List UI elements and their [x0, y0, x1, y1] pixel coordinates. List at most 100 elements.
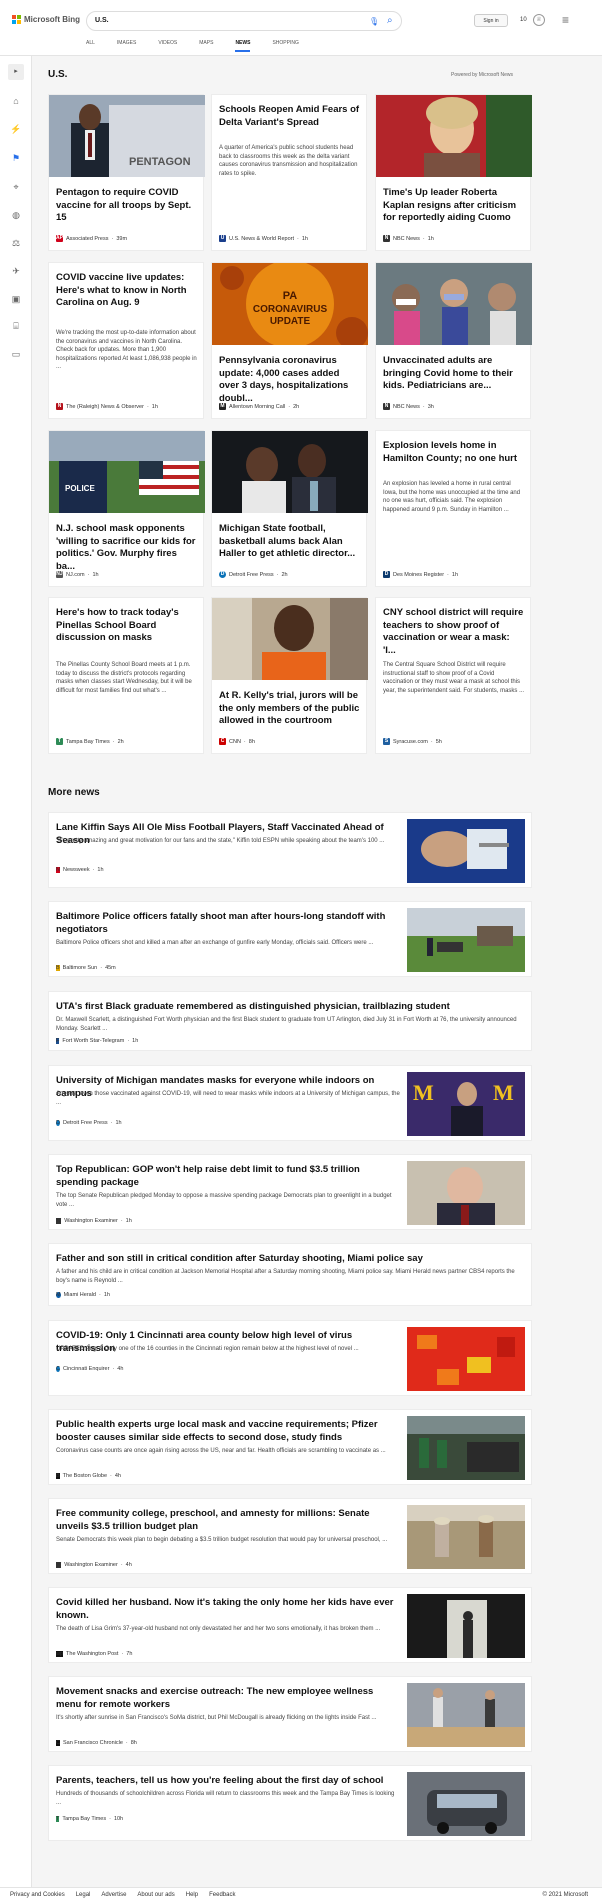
- card-title[interactable]: Michigan State football, basketball alum…: [219, 523, 361, 561]
- globe-icon[interactable]: ◍: [10, 209, 22, 221]
- card-image-coronavirus: PA CORONAVIRUS UPDATE: [212, 263, 368, 345]
- item-image-vaccine-site: [407, 1416, 525, 1480]
- tab-news[interactable]: NEWS: [235, 40, 251, 52]
- source-logo: C: [56, 1366, 60, 1372]
- card-title[interactable]: Time's Up leader Roberta Kaplan resigns …: [383, 187, 525, 225]
- card-title[interactable]: Explosion levels home in Hamilton County…: [383, 440, 525, 465]
- item-title[interactable]: Movement snacks and exercise outreach: T…: [56, 1685, 401, 1711]
- more-news-item[interactable]: COVID-19: Only 1 Cincinnati area county …: [48, 1320, 532, 1396]
- card-image-kids-masks: [376, 263, 532, 345]
- search-input[interactable]: U.S.: [95, 17, 109, 24]
- card-title[interactable]: Pentagon to require COVID vaccine for al…: [56, 187, 198, 225]
- more-news-item[interactable]: Parents, teachers, tell us how you're fe…: [48, 1765, 532, 1841]
- tab-shopping[interactable]: SHOPPING: [272, 40, 298, 52]
- more-news-item[interactable]: Covid killed her husband. Now it's takin…: [48, 1587, 532, 1663]
- microsoft-logo-icon: [12, 15, 21, 24]
- item-title[interactable]: Parents, teachers, tell us how you're fe…: [56, 1774, 401, 1787]
- card-title[interactable]: N.J. school mask opponents 'willing to s…: [56, 523, 198, 573]
- more-news-item[interactable]: Movement snacks and exercise outreach: T…: [48, 1676, 532, 1752]
- item-title[interactable]: Public health experts urge local mask an…: [56, 1418, 401, 1444]
- item-title[interactable]: Father and son still in critical conditi…: [56, 1252, 526, 1265]
- card-title[interactable]: Schools Reopen Amid Fears of Delta Varia…: [219, 104, 361, 129]
- card-source: D Des Moines Register · 1h: [383, 571, 459, 578]
- footer-link-about-ads[interactable]: About our ads: [137, 1892, 174, 1898]
- footer-link-legal[interactable]: Legal: [76, 1892, 91, 1898]
- card-title[interactable]: COVID vaccine live updates: Here's what …: [56, 272, 198, 310]
- item-image-school-car: [407, 1772, 525, 1836]
- footer-link-feedback[interactable]: Feedback: [209, 1892, 235, 1898]
- news-card[interactable]: POLICE N.J. school mask opponents 'willi…: [48, 430, 205, 587]
- svg-text:POLICE: POLICE: [65, 484, 95, 493]
- rewards-points[interactable]: 10: [520, 17, 527, 23]
- card-title[interactable]: Unvaccinated adults are bringing Covid h…: [383, 355, 525, 393]
- flag-icon[interactable]: ⚑: [10, 152, 22, 164]
- card-title[interactable]: At R. Kelly's trial, jurors will be the …: [219, 690, 361, 728]
- search-tabs: ALL IMAGES VIDEOS MAPS NEWS SHOPPING: [86, 40, 321, 52]
- news-card[interactable]: Schools Reopen Amid Fears of Delta Varia…: [211, 94, 367, 251]
- tab-videos[interactable]: VIDEOS: [158, 40, 177, 52]
- home-icon[interactable]: ⌂: [10, 95, 22, 107]
- money-icon[interactable]: ▭: [10, 348, 22, 360]
- item-source: T Tampa Bay Times · 10h: [56, 1816, 124, 1822]
- card-image-michigan-state: [212, 431, 368, 513]
- source-logo: N: [56, 867, 60, 873]
- item-title[interactable]: Free community college, preschool, and a…: [56, 1507, 401, 1533]
- card-title[interactable]: CNY school district will require teacher…: [383, 607, 525, 657]
- footer-link-help[interactable]: Help: [186, 1892, 198, 1898]
- news-card[interactable]: PA CORONAVIRUS UPDATE Pennsylvania coronav…: [211, 262, 368, 419]
- news-card[interactable]: COVID vaccine live updates: Here's what …: [48, 262, 204, 419]
- card-title[interactable]: Here's how to track today's Pinellas Sch…: [56, 607, 198, 645]
- more-news-item[interactable]: Top Republican: GOP won't help raise deb…: [48, 1154, 532, 1230]
- item-title[interactable]: UTA's first Black graduate remembered as…: [56, 1000, 526, 1013]
- item-title[interactable]: Top Republican: GOP won't help raise deb…: [56, 1163, 401, 1189]
- footer-link-advertise[interactable]: Advertise: [101, 1892, 126, 1898]
- item-image-workers-field: [407, 1505, 525, 1569]
- news-card[interactable]: CNY school district will require teacher…: [375, 597, 531, 754]
- item-title[interactable]: Baltimore Police officers fatally shoot …: [56, 910, 401, 936]
- item-image-michigan: MM: [407, 1072, 525, 1136]
- more-news-item[interactable]: University of Michigan mandates masks fo…: [48, 1065, 532, 1141]
- more-news-item[interactable]: Lane Kiffin Says All Ole Miss Football P…: [48, 812, 532, 888]
- svg-text:M: M: [493, 1080, 514, 1105]
- news-card[interactable]: Explosion levels home in Hamilton County…: [375, 430, 531, 587]
- bing-logo[interactable]: Microsoft Bing: [12, 15, 80, 24]
- collapse-sidebar-button[interactable]: ▸: [8, 64, 24, 80]
- news-card[interactable]: Unvaccinated adults are bringing Covid h…: [375, 262, 532, 419]
- news-card[interactable]: At R. Kelly's trial, jurors will be the …: [211, 597, 368, 754]
- more-news-item[interactable]: UTA's first Black graduate remembered as…: [48, 991, 532, 1051]
- card-source: NJ NJ.com · 1h: [56, 571, 99, 578]
- more-news-item[interactable]: Public health experts urge local mask an…: [48, 1409, 532, 1485]
- tab-images[interactable]: IMAGES: [117, 40, 136, 52]
- location-pin-icon[interactable]: ⌖: [10, 181, 22, 193]
- sign-in-button[interactable]: Sign in: [474, 14, 508, 27]
- search-box[interactable]: U.S. 🎙 ⌕: [86, 11, 402, 31]
- item-image-transmission-map: [407, 1327, 525, 1391]
- card-summary: A quarter of America's public school stu…: [219, 145, 358, 177]
- news-card[interactable]: Here's how to track today's Pinellas Sch…: [48, 597, 204, 754]
- microphone-icon[interactable]: 🎙: [369, 17, 379, 26]
- trending-icon[interactable]: ⚡: [10, 123, 22, 135]
- balance-scale-icon[interactable]: ⚖: [10, 237, 22, 249]
- more-news-item[interactable]: Father and son still in critical conditi…: [48, 1243, 532, 1306]
- tab-all[interactable]: ALL: [86, 40, 95, 52]
- item-summary: UPDATED Aug. 9 Only one of the 16 counti…: [56, 1346, 359, 1352]
- item-title[interactable]: Covid killed her husband. Now it's takin…: [56, 1596, 401, 1622]
- film-icon[interactable]: ▣: [10, 293, 22, 305]
- news-card[interactable]: Michigan State football, basketball alum…: [211, 430, 368, 587]
- footer-link-privacy[interactable]: Privacy and Cookies: [10, 1892, 65, 1898]
- more-news-item[interactable]: Baltimore Police officers fatally shoot …: [48, 901, 532, 977]
- more-news-item[interactable]: Free community college, preschool, and a…: [48, 1498, 532, 1574]
- rocket-icon[interactable]: ✈: [10, 265, 22, 277]
- source-logo: C: [219, 738, 226, 745]
- search-icon[interactable]: ⌕: [387, 16, 393, 26]
- rewards-icon[interactable]: ♕: [533, 14, 545, 26]
- card-image-pentagon: PENTAGON: [49, 95, 205, 177]
- item-source: W Washington Examiner · 1h: [56, 1218, 132, 1224]
- bank-icon[interactable]: ⌸: [10, 320, 22, 332]
- card-title[interactable]: Pennsylvania coronavirus update: 4,000 c…: [219, 355, 361, 405]
- news-card[interactable]: Time's Up leader Roberta Kaplan resigns …: [375, 94, 532, 251]
- hamburger-menu-icon[interactable]: ≡: [562, 14, 569, 26]
- news-card[interactable]: PENTAGON Pentagon to require COVID vacci…: [48, 94, 205, 251]
- item-source: C Cincinnati Enquirer · 4h: [56, 1366, 124, 1372]
- tab-maps[interactable]: MAPS: [199, 40, 213, 52]
